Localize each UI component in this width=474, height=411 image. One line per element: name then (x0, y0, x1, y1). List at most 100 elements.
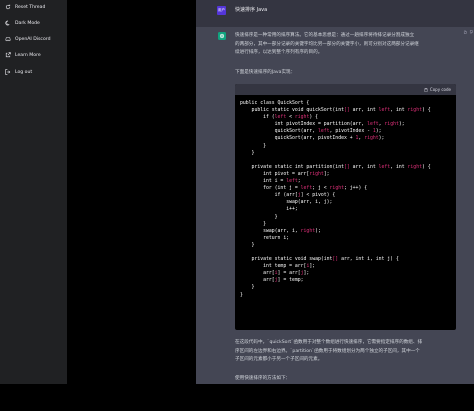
code-token: right (407, 164, 422, 170)
code-line: } (240, 292, 454, 299)
code-token: int pivotIndex = partition(arr, (240, 122, 368, 128)
code-line: i++; (240, 206, 454, 213)
code-token: arr, int (349, 108, 379, 114)
code-token: , int (390, 108, 408, 114)
sidebar: Reset Thread Dark Mode OpenAI Discord Le… (0, 0, 67, 384)
code-token: public class QuickSort { (240, 101, 310, 106)
code-token: } (240, 150, 255, 156)
code-token: ); (375, 129, 382, 135)
code-token: ) { (421, 108, 431, 114)
code-token: i++; (240, 207, 298, 213)
code-token: private static void swap(int (240, 257, 333, 263)
code-token: private static int partition(int (240, 164, 344, 170)
code-token: } (240, 143, 266, 149)
discord-icon (4, 36, 11, 43)
user-message-row: 用户 快速排序 Java (196, 0, 474, 24)
logout-icon (4, 69, 11, 76)
reset-thread-button[interactable]: Reset Thread (4, 1, 66, 13)
code-line: public static void quickSort(int[] arr, … (240, 107, 454, 114)
assistant-paragraph-usage: 使用快速排序的方法如下： (235, 376, 291, 381)
code-token: int i = (240, 179, 287, 185)
code-token: for (int j = (240, 186, 301, 192)
copy-code-label: Copy code (429, 87, 451, 92)
code-token: } (240, 285, 255, 291)
code-line: private static int partition(int[] arr, … (240, 164, 454, 171)
code-line: int temp = arr[i]; (240, 263, 454, 270)
user-avatar: 用户 (217, 6, 226, 15)
feedback-buttons (463, 30, 474, 38)
code-token: public static void quickSort(int (240, 108, 344, 114)
code-block-header: Copy code (235, 84, 456, 95)
assistant-paragraph-intro: 快速排序是一种常用的排序算法。它的基本思想是：通过一趟排序将待排记录分割成独立 … (235, 32, 461, 58)
code-token: swap(arr, i, j); (240, 200, 333, 206)
code-token: right (294, 115, 310, 121)
code-line: public class QuickSort { (240, 100, 454, 107)
code-line: quickSort(arr, pivotIndex + 1, right); (240, 135, 454, 142)
code-line: for (int j = left; j < right; j++) { (240, 185, 454, 192)
code-content: public class QuickSort { public static v… (240, 100, 454, 299)
code-token: left (274, 115, 287, 121)
code-token: ; j++) { (344, 186, 368, 192)
code-token: right (329, 186, 344, 192)
text-line: 序区间的左边界和右边界。`partition`函数用于将数组划分为两个独立的子区… (235, 348, 420, 354)
learn-more-link[interactable]: Learn More (4, 49, 66, 61)
code-token: ; j < (312, 186, 330, 192)
code-token: swap(arr, i, (240, 228, 301, 234)
moon-icon (4, 20, 11, 27)
code-line: } (240, 150, 454, 157)
log-out-button[interactable]: Log out (4, 66, 66, 78)
code-token: } (240, 214, 278, 220)
code-line: swap(arr, i, right); (240, 228, 454, 235)
code-token: ; (297, 179, 301, 185)
text-line: 快速排序是一种常用的排序算法。它的基本思想是：通过一趟排序将待排记录分割成独立 (235, 33, 415, 38)
code-line: quickSort(arr, left, pivotIndex - 1); (240, 128, 454, 135)
code-token: ]; (309, 264, 316, 270)
code-line: if (arr[j] < pivot) { (240, 192, 454, 199)
log-out-label: Log out (15, 69, 33, 75)
code-token: left (286, 179, 298, 185)
code-token: right (300, 228, 316, 234)
code-token: left (367, 122, 379, 128)
assistant-paragraph-explanation: 在这段代码中，`quickSort`函数用于对整个数组进行快速排序，它需要指定排… (235, 339, 461, 365)
code-token: arr[ (240, 278, 275, 284)
assistant-avatar (218, 32, 226, 40)
thumbs-down-icon[interactable] (469, 30, 473, 34)
text-line: 在这段代码中，`quickSort`函数用于对整个数组进行快速排序，它需要指定排… (235, 340, 423, 345)
code-token: , int (390, 164, 408, 170)
code-token: ]; (303, 271, 310, 277)
thumbs-up-icon[interactable] (463, 30, 467, 34)
code-line: } (240, 284, 454, 291)
code-token: } (240, 242, 255, 248)
reset-thread-label: Reset Thread (15, 4, 46, 10)
code-token: ] = arr[ (277, 271, 301, 277)
copy-code-button[interactable]: Copy code (424, 87, 451, 92)
dark-mode-button[interactable]: Dark Mode (4, 17, 66, 29)
external-link-icon (4, 52, 11, 59)
code-token: if (arr[ (240, 193, 298, 199)
code-token: right (364, 136, 379, 142)
code-line: return i; (240, 235, 454, 242)
code-token: } (240, 221, 266, 227)
code-token: left (378, 108, 391, 114)
code-token: quickSort(arr, pivotIndex + (240, 136, 356, 142)
openai-logo-icon (219, 33, 225, 39)
code-token: arr, int i, int j) { (338, 257, 399, 263)
code-token: if ( (240, 115, 275, 121)
code-token: ]; (323, 171, 330, 177)
code-token: } (240, 292, 243, 298)
code-line: } (240, 143, 454, 150)
code-token: right (407, 108, 422, 114)
refresh-icon (4, 4, 11, 11)
learn-more-label: Learn More (15, 52, 41, 58)
code-token: ); (398, 122, 405, 128)
code-token: arr, int (349, 164, 379, 170)
code-token: ) { (309, 115, 319, 121)
code-token: < (286, 115, 295, 121)
openai-discord-label: OpenAI Discord (15, 36, 51, 42)
code-line: int pivot = arr[right]; (240, 171, 454, 178)
openai-discord-link[interactable]: OpenAI Discord (4, 33, 66, 45)
code-token: left (378, 164, 391, 170)
user-message-text: 快速排序 Java (235, 7, 268, 13)
